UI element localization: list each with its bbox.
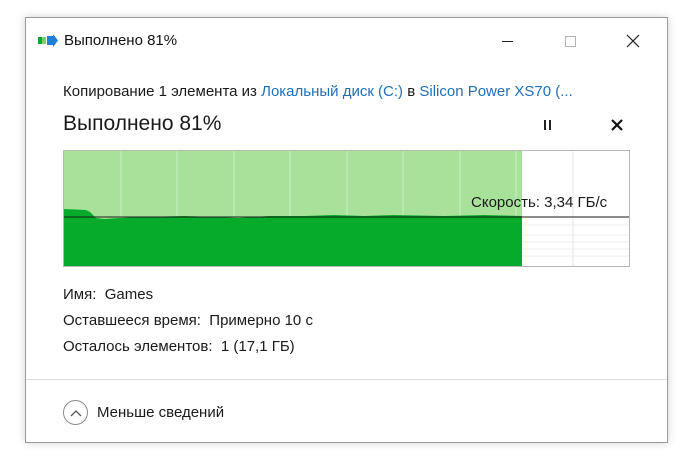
close-button[interactable] bbox=[610, 18, 656, 64]
items-label: Осталось элементов: bbox=[63, 338, 213, 355]
minimize-icon bbox=[501, 40, 513, 42]
copy-progress-window: Выполнено 81% Копирование 1 элемента из … bbox=[25, 17, 668, 443]
detail-name: Имя: Games bbox=[63, 286, 153, 303]
name-value: Games bbox=[104, 286, 154, 303]
items-value: 1 (17,1 ГБ) bbox=[220, 338, 295, 355]
window-title: Выполнено 81% bbox=[64, 32, 178, 49]
fewer-details-button[interactable]: Меньше сведений bbox=[63, 400, 224, 425]
detail-items-remaining: Осталось элементов: 1 (17,1 ГБ) bbox=[63, 338, 295, 355]
dialog-footer: Меньше сведений bbox=[26, 379, 667, 445]
time-label: Оставшееся время: bbox=[63, 312, 201, 329]
title-bar[interactable]: Выполнено 81% bbox=[26, 18, 667, 64]
maximize-icon bbox=[564, 35, 576, 47]
progress-heading: Выполнено 81% bbox=[63, 112, 222, 135]
chevron-up-icon bbox=[63, 400, 88, 425]
cancel-button[interactable] bbox=[606, 114, 628, 136]
pause-button[interactable] bbox=[533, 114, 561, 136]
source-link[interactable]: Локальный диск (C:) bbox=[261, 83, 403, 100]
cancel-icon bbox=[611, 119, 623, 131]
pause-icon bbox=[543, 120, 546, 130]
copy-progress-icon bbox=[38, 35, 58, 47]
speed-history-area bbox=[64, 209, 522, 266]
copy-source-line: Копирование 1 элемента из Локальный диск… bbox=[63, 83, 573, 100]
maximize-button[interactable] bbox=[547, 18, 593, 64]
source-prefix: Копирование 1 элемента из bbox=[63, 83, 262, 100]
close-icon bbox=[626, 34, 640, 48]
minimize-button[interactable] bbox=[484, 18, 530, 64]
source-middle: в bbox=[403, 83, 420, 100]
fewer-details-label: Меньше сведений bbox=[97, 404, 225, 421]
destination-link[interactable]: Silicon Power XS70 (... bbox=[419, 83, 572, 100]
name-label: Имя: bbox=[63, 286, 97, 303]
time-value: Примерно 10 с bbox=[209, 312, 313, 329]
detail-time-remaining: Оставшееся время: Примерно 10 с bbox=[63, 312, 313, 329]
speed-label: Скорость: 3,34 ГБ/с bbox=[471, 194, 608, 211]
